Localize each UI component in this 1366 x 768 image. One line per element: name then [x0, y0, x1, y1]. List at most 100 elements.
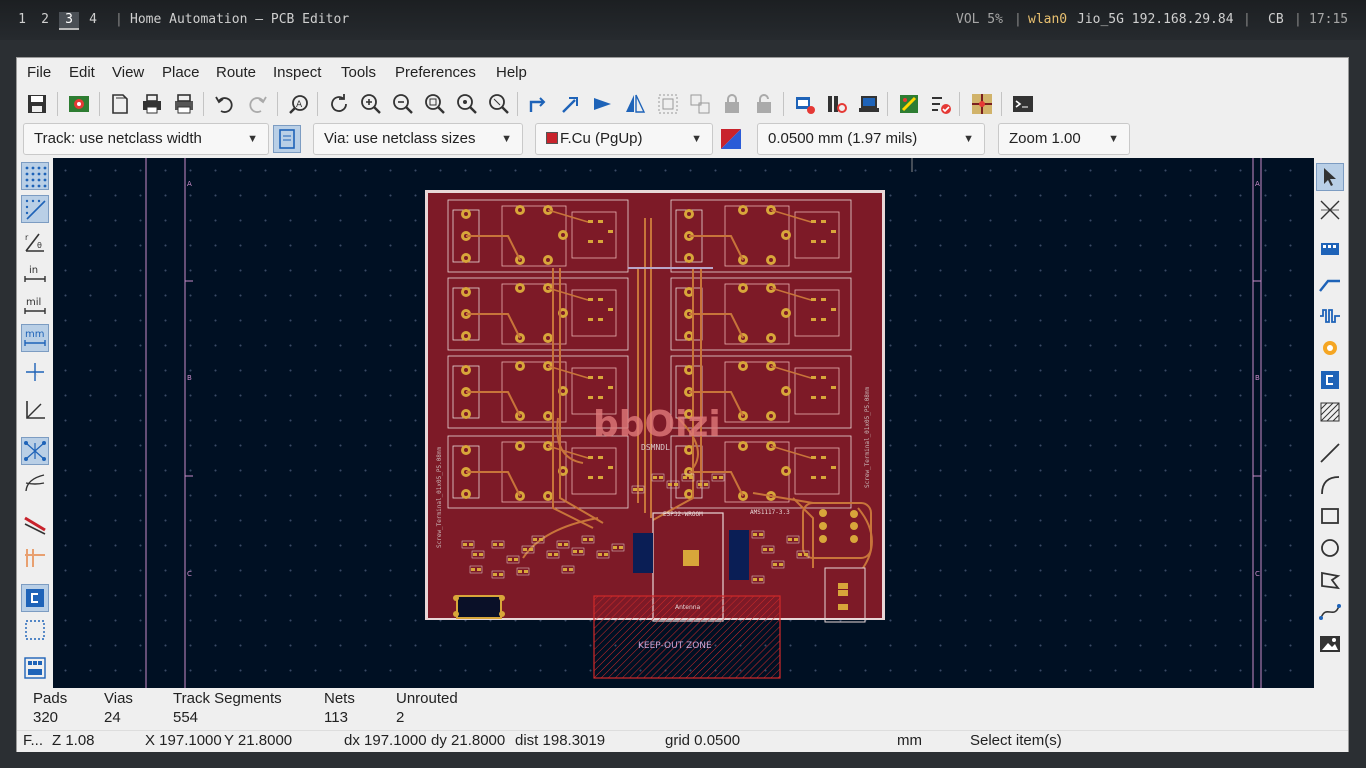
- rotate-ccw-icon[interactable]: [525, 90, 553, 118]
- zoom-in-icon[interactable]: [357, 90, 385, 118]
- page-setup-icon[interactable]: [106, 90, 134, 118]
- tune-length-icon[interactable]: [1316, 302, 1344, 330]
- add-image-icon[interactable]: [1316, 630, 1344, 658]
- menu-inspect[interactable]: Inspect: [273, 64, 321, 81]
- ground-pour: [633, 533, 653, 573]
- stat-vias-value: 24: [104, 709, 121, 726]
- select-arrow-icon[interactable]: [1316, 163, 1344, 191]
- route-track-icon[interactable]: [1316, 269, 1344, 297]
- board-setup-icon[interactable]: [65, 90, 93, 118]
- update-pcb-icon[interactable]: [895, 90, 923, 118]
- menu-help[interactable]: Help: [496, 64, 527, 81]
- draw-rectangle-icon[interactable]: [1316, 502, 1344, 530]
- scripting-console-icon[interactable]: [1009, 90, 1037, 118]
- separator: |: [115, 12, 123, 27]
- track-outline-icon[interactable]: [21, 510, 49, 538]
- via-size-select[interactable]: Via: use netclass sizes ▼: [313, 123, 523, 155]
- main-toolbar: A: [17, 88, 1348, 120]
- menu-place[interactable]: Place: [162, 64, 200, 81]
- draw-bezier-icon[interactable]: [1316, 598, 1344, 626]
- zoom-fit-icon[interactable]: [421, 90, 449, 118]
- workspace-1[interactable]: 1: [12, 12, 32, 27]
- usb-connector: [456, 595, 502, 619]
- chevron-down-icon: ▼: [247, 133, 258, 145]
- draw-polygon-icon[interactable]: [1316, 566, 1344, 594]
- antenna-label: Antenna: [675, 604, 701, 611]
- via-size-value: Via: use netclass sizes: [324, 130, 476, 147]
- mil-units-icon[interactable]: mil: [21, 292, 49, 320]
- workspace-3[interactable]: 3: [59, 12, 79, 30]
- zoom-select[interactable]: Zoom 1.00 ▼: [998, 123, 1130, 155]
- plot-icon[interactable]: [170, 90, 198, 118]
- draw-line-icon[interactable]: [1316, 439, 1344, 467]
- zoom-out-icon[interactable]: [389, 90, 417, 118]
- footprint-editor-icon[interactable]: [791, 90, 819, 118]
- workspace-4[interactable]: 4: [83, 12, 103, 27]
- cursor-crosshair-icon[interactable]: [21, 358, 49, 386]
- add-zone-icon[interactable]: [1316, 366, 1344, 394]
- menu-tools[interactable]: Tools: [341, 64, 376, 81]
- grid-select[interactable]: 0.0500 mm (1.97 mils) ▼: [757, 123, 985, 155]
- flip-icon[interactable]: [589, 90, 617, 118]
- appearance-panel-icon[interactable]: [21, 654, 49, 682]
- local-origin-icon[interactable]: [21, 396, 49, 424]
- status-y: Y 21.8000: [224, 732, 293, 749]
- add-footprint-icon[interactable]: [1316, 235, 1344, 263]
- menu-file[interactable]: File: [27, 64, 51, 81]
- print-icon[interactable]: [138, 90, 166, 118]
- status-grid: grid 0.0500: [665, 732, 741, 749]
- redo-icon[interactable]: [243, 90, 271, 118]
- mm-units-icon[interactable]: mm: [21, 324, 49, 352]
- ungroup-icon[interactable]: [686, 90, 714, 118]
- save-icon[interactable]: [23, 90, 51, 118]
- menu-preferences[interactable]: Preferences: [395, 64, 476, 81]
- draw-circle-icon[interactable]: [1316, 534, 1344, 562]
- workspace-2[interactable]: 2: [35, 12, 55, 27]
- draw-arc-icon[interactable]: [1316, 471, 1344, 499]
- unlock-icon[interactable]: [750, 90, 778, 118]
- group-icon[interactable]: [654, 90, 682, 118]
- add-keepout-icon[interactable]: [1316, 398, 1344, 426]
- silkscreen-terminal-label: Screw_Terminal_01x05_P5.08mm: [864, 386, 871, 488]
- local-ratsnest-icon[interactable]: [1316, 196, 1344, 224]
- inch-units-icon[interactable]: in: [21, 260, 49, 288]
- undo-icon[interactable]: [211, 90, 239, 118]
- menu-view[interactable]: View: [112, 64, 144, 81]
- zone-outline-icon[interactable]: [21, 616, 49, 644]
- separator: |: [1014, 12, 1022, 27]
- layer-select[interactable]: F.Cu (PgUp) ▼: [535, 123, 713, 155]
- highlight-nets-icon[interactable]: [21, 543, 49, 571]
- footprint-browser-icon[interactable]: [823, 90, 851, 118]
- track-width-select[interactable]: Track: use netclass width ▼: [23, 123, 269, 155]
- grid-overrides-icon[interactable]: [21, 195, 49, 223]
- board-statistics-panel: Pads 320 Vias 24 Track Segments 554 Nets…: [17, 688, 1348, 730]
- menu-edit[interactable]: Edit: [69, 64, 95, 81]
- 3d-viewer-icon[interactable]: [855, 90, 883, 118]
- zoom-objects-icon[interactable]: [453, 90, 481, 118]
- layer-pair-icon[interactable]: [717, 125, 745, 153]
- esp32-thermal-pad: [683, 550, 699, 566]
- status-dy: dy 21.8000: [431, 732, 506, 749]
- clock: 17:15: [1309, 12, 1349, 27]
- mirror-icon[interactable]: [621, 90, 649, 118]
- chevron-down-icon: ▼: [1108, 133, 1119, 145]
- system-status-bar: 1 2 3 4 | Home Automation — PCB Editor V…: [0, 0, 1366, 40]
- ratsnest-icon[interactable]: [21, 437, 49, 465]
- find-icon[interactable]: A: [285, 90, 313, 118]
- auto-track-width-icon[interactable]: [273, 125, 301, 153]
- rotate-cw-icon[interactable]: [557, 90, 585, 118]
- pcb-canvas[interactable]: A B C A B C bbOizi DSMNDL ESP32-WROOM AM…: [53, 158, 1314, 688]
- lock-icon[interactable]: [718, 90, 746, 118]
- curved-ratsnest-icon[interactable]: [21, 469, 49, 497]
- zoom-selection-icon[interactable]: [485, 90, 513, 118]
- polar-coords-icon[interactable]: rθ: [21, 228, 49, 256]
- router-icon[interactable]: [968, 90, 996, 118]
- board-logo: bbOizi: [593, 404, 721, 445]
- refresh-icon[interactable]: [325, 90, 353, 118]
- menu-route[interactable]: Route: [216, 64, 256, 81]
- add-via-icon[interactable]: [1316, 334, 1344, 362]
- svg-text:θ: θ: [37, 241, 42, 250]
- drc-icon[interactable]: [927, 90, 955, 118]
- grid-dots-icon[interactable]: [21, 162, 49, 190]
- zone-fill-icon[interactable]: [21, 584, 49, 612]
